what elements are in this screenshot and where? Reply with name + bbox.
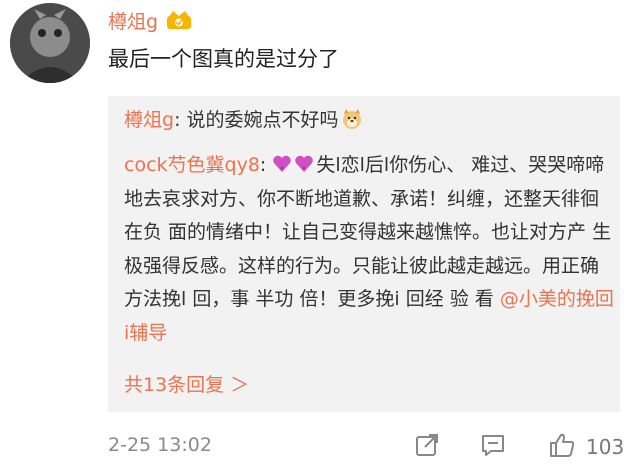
- like-icon: [548, 432, 576, 462]
- reply-item: 樽俎g: 说的委婉点不好吗: [124, 107, 363, 133]
- timestamp: 2-25 13:02: [108, 434, 212, 456]
- comment-button[interactable]: [480, 434, 506, 460]
- reply-text: 失l恋l后l你伤心、 难过、哭哭啼啼地去哀求对方、你不断地道歉、承诺！纠缠，还整…: [124, 154, 612, 311]
- reply-item: cock芍色冀qy8: 失l恋l后l你伤心、 难过、哭哭啼啼地去哀求对方、你不断…: [124, 149, 614, 351]
- reply-author[interactable]: 樽俎g: [124, 109, 174, 131]
- avatar[interactable]: [10, 3, 90, 83]
- more-replies-link[interactable]: 共13条回复 ＞: [124, 370, 249, 397]
- share-button[interactable]: [414, 434, 440, 460]
- reply-author[interactable]: cock芍色冀qy8: [124, 154, 260, 176]
- comment-text: 最后一个图真的是过分了: [108, 47, 339, 71]
- heart-icon: [272, 151, 292, 172]
- reply-box[interactable]: 樽俎g: 说的委婉点不好吗 cock芍色冀qy8: 失l恋l后l你伤心、 难过、…: [108, 96, 620, 412]
- username[interactable]: 樽俎g: [108, 7, 158, 34]
- heart-icon: [294, 151, 314, 172]
- reply-text: : 说的委婉点不好吗: [174, 109, 339, 131]
- comment-footer: 2-25 13:02 103: [108, 432, 628, 462]
- like-button[interactable]: 103: [548, 432, 625, 462]
- like-count: 103: [586, 435, 625, 459]
- share-icon: [414, 432, 440, 462]
- comment-header: 樽俎g: [108, 6, 192, 34]
- vip-crown-icon: [166, 10, 192, 30]
- comment-icon: [480, 432, 506, 462]
- dog-emoji-icon: [341, 108, 363, 130]
